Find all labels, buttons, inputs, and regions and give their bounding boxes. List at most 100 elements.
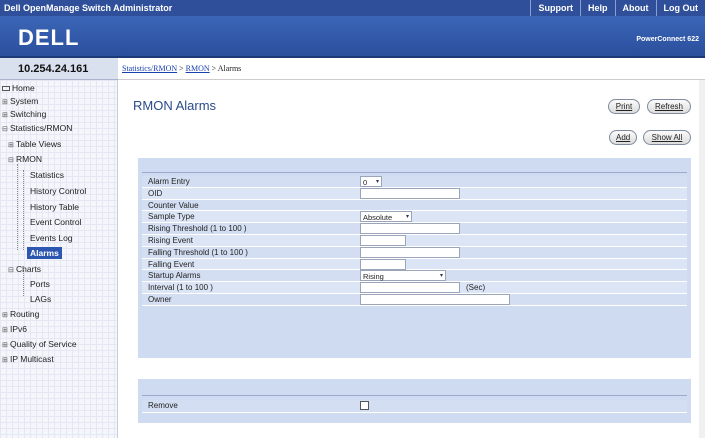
owner-input[interactable] (360, 293, 510, 305)
rising-threshold-input[interactable] (360, 223, 460, 235)
collapse-icon[interactable]: ⊟ (2, 125, 8, 133)
sidebar-item-home[interactable]: Home (2, 83, 35, 93)
rising-event-input[interactable] (360, 234, 406, 246)
expand-icon[interactable]: ⊞ (2, 326, 8, 334)
support-link[interactable]: Support (530, 0, 580, 16)
dell-logo: DELL (18, 25, 80, 50)
sidebar-item-statistics[interactable]: Statistics (30, 170, 64, 180)
expand-icon[interactable]: ⊞ (2, 111, 8, 119)
sidebar-item-label: IPv6 (10, 324, 28, 334)
expand-icon[interactable]: ⊞ (2, 341, 8, 349)
collapse-icon[interactable]: ⊟ (8, 156, 14, 164)
sample-type-value: Absolute (363, 213, 393, 223)
sidebar-item-ipv6[interactable]: ⊞ IPv6 (2, 324, 27, 334)
form-row-startup-alarms: Startup Alarms Rising ▾ (142, 270, 687, 283)
form-row-remove: Remove (142, 400, 687, 413)
expand-icon[interactable]: ⊞ (8, 141, 14, 149)
sidebar-item-label: RMON (16, 154, 42, 164)
sample-type-select[interactable]: Absolute ▾ (360, 211, 412, 223)
form-row-owner: Owner (142, 293, 687, 306)
alarm-form-panel: Alarm Entry 0 ▾ OID Counter Value Sample … (138, 158, 691, 358)
falling-threshold-input[interactable] (360, 246, 460, 258)
sidebar-item-label: Table Views (16, 139, 62, 149)
app-title: Dell OpenManage Switch Administrator (4, 3, 173, 13)
logout-link[interactable]: Log Out (655, 0, 705, 16)
panel-divider (142, 172, 687, 173)
counter-value-label: Counter Value (148, 200, 199, 210)
interval-input[interactable] (360, 282, 460, 294)
sidebar-item-event-control[interactable]: Event Control (30, 217, 82, 227)
startup-alarms-select[interactable]: Rising ▾ (360, 270, 446, 282)
show-all-button[interactable]: Show All (643, 130, 691, 145)
sidebar-item-rmon[interactable]: ⊟ RMON (8, 154, 42, 164)
sidebar-item-label: Routing (10, 309, 40, 319)
expand-icon[interactable]: ⊞ (2, 356, 8, 364)
help-link[interactable]: Help (579, 0, 615, 16)
falling-threshold-label: Falling Threshold (1 to 100 ) (148, 247, 248, 257)
main-content: RMON Alarms Print Refresh Add Show All A… (118, 80, 705, 438)
sidebar-item-qos[interactable]: ⊞ Quality of Service (2, 339, 77, 349)
form-row-sample-type: Sample Type Absolute ▾ (142, 211, 687, 224)
scrollbar[interactable] (699, 80, 705, 438)
form-row-interval: Interval (1 to 100 ) (Sec) (142, 282, 687, 294)
sidebar-item-label: Switching (10, 109, 47, 119)
breadcrumb: Statistics/RMON > RMON > Alarms (118, 58, 705, 80)
brand-bar: DELL PowerConnect 622 (0, 16, 705, 58)
add-button[interactable]: Add (609, 130, 637, 145)
sidebar-item-history-control[interactable]: History Control (30, 186, 86, 196)
rising-threshold-label: Rising Threshold (1 to 100 ) (148, 224, 247, 234)
interval-label: Interval (1 to 100 ) (148, 283, 213, 293)
sidebar-item-label: Charts (16, 264, 42, 274)
refresh-button[interactable]: Refresh (647, 99, 691, 114)
sidebar-item-events-log[interactable]: Events Log (30, 233, 73, 243)
print-button[interactable]: Print (608, 99, 640, 114)
form-row-falling-event: Falling Event (142, 258, 687, 271)
alarm-entry-value: 0 (363, 178, 368, 187)
tree-line (17, 164, 18, 250)
sidebar-item-charts[interactable]: ⊟ Charts (8, 264, 41, 274)
form-row-rising-event: Rising Event (142, 234, 687, 247)
alarm-entry-label: Alarm Entry (148, 177, 190, 186)
remove-label: Remove (148, 401, 178, 410)
chevron-down-icon: ▾ (439, 273, 443, 280)
remove-checkbox[interactable] (360, 401, 369, 410)
sidebar-item-lags[interactable]: LAGs (30, 294, 51, 304)
form-row-rising-threshold: Rising Threshold (1 to 100 ) (142, 223, 687, 235)
sidebar-item-history-table[interactable]: History Table (30, 202, 79, 212)
breadcrumb-statistics-rmon[interactable]: Statistics/RMON (122, 64, 177, 73)
breadcrumb-rmon[interactable]: RMON (186, 64, 210, 73)
product-name: PowerConnect 622 (636, 36, 699, 43)
sidebar-item-table-views[interactable]: ⊞ Table Views (8, 139, 61, 149)
alarm-entry-select[interactable]: 0 ▾ (360, 176, 382, 187)
falling-event-input[interactable] (360, 258, 406, 270)
expand-icon[interactable]: ⊞ (2, 311, 8, 319)
panel-divider (142, 395, 687, 396)
top-links: Support Help About Log Out (530, 0, 705, 16)
remove-panel: Remove (138, 379, 691, 423)
breadcrumb-current: Alarms (217, 64, 242, 73)
owner-label: Owner (148, 294, 172, 304)
about-link[interactable]: About (614, 0, 656, 16)
chevron-down-icon: ▾ (405, 214, 409, 221)
sidebar-item-system[interactable]: ⊞ System (2, 96, 38, 106)
breadcrumb-separator: > (209, 64, 218, 73)
interval-unit: (Sec) (466, 283, 486, 293)
sidebar-item-label: Quality of Service (10, 339, 77, 349)
expand-icon[interactable]: ⊞ (2, 98, 8, 106)
sidebar-item-routing[interactable]: ⊞ Routing (2, 309, 39, 319)
oid-input[interactable] (360, 187, 460, 199)
chevron-down-icon: ▾ (375, 179, 379, 185)
top-bar: Dell OpenManage Switch Administrator Sup… (0, 0, 705, 16)
startup-alarms-value: Rising (363, 272, 384, 282)
sidebar-item-label: Statistics/RMON (10, 123, 73, 133)
page-title: RMON Alarms (133, 98, 217, 113)
sidebar-item-ip-multicast[interactable]: ⊞ IP Multicast (2, 354, 54, 364)
sidebar-item-statistics-rmon[interactable]: ⊟ Statistics/RMON (2, 123, 72, 133)
sidebar-tree: Home ⊞ System ⊞ Switching ⊟ Statistics/RMON… (0, 80, 118, 438)
sidebar-item-alarms[interactable]: Alarms (27, 247, 62, 259)
sidebar-item-switching[interactable]: ⊞ Switching (2, 109, 46, 119)
sidebar-item-ports[interactable]: Ports (30, 279, 50, 289)
collapse-icon[interactable]: ⊟ (8, 266, 14, 274)
rising-event-label: Rising Event (148, 235, 193, 245)
ip-address: 10.254.24.161 (18, 63, 89, 75)
